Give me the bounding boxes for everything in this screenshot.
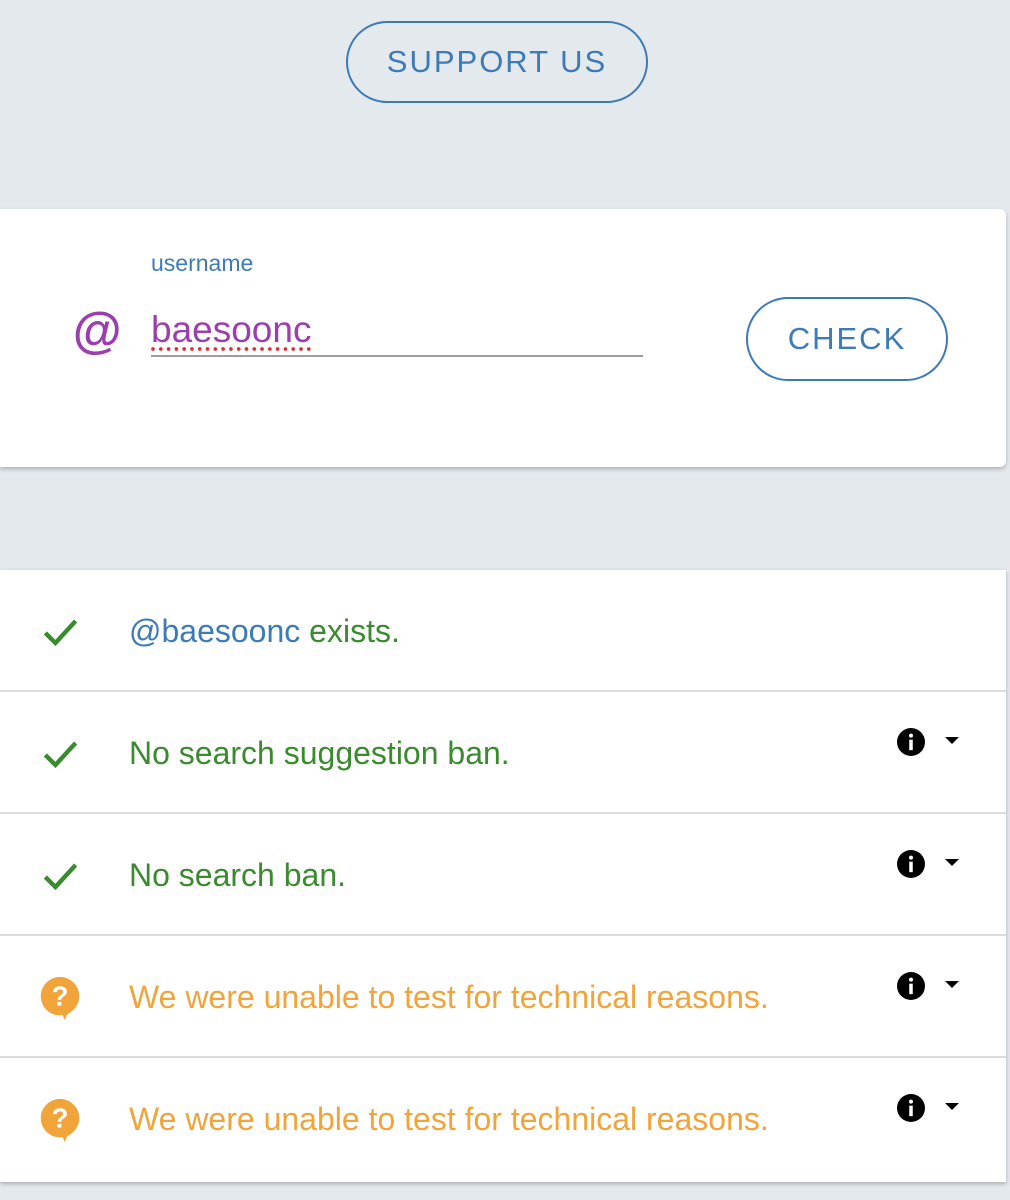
checkmark-icon (43, 863, 78, 891)
info-icon[interactable] (897, 850, 925, 878)
result-row-reply-deboosting[interactable]: ? We were unable to test for technical r… (0, 1058, 1006, 1182)
check-button[interactable]: CHECK (746, 297, 948, 381)
support-us-button[interactable]: SUPPORT US (346, 21, 648, 103)
result-message: We were unable to test for technical rea… (129, 978, 769, 1015)
result-row-search-ban[interactable]: No search ban. (0, 814, 1006, 936)
username-label: username (151, 250, 254, 276)
svg-text:?: ? (52, 980, 69, 1011)
page: SUPPORT US username @ CHECK @baesoonc ex… (0, 0, 1010, 1200)
results-list: @baesoonc exists. No search suggestion b… (0, 570, 1006, 1182)
at-sign-icon: @ (72, 303, 121, 359)
result-message: exists. (300, 612, 400, 649)
result-message: No search suggestion ban. (129, 734, 510, 771)
result-row-ghost-ban[interactable]: ? We were unable to test for technical r… (0, 936, 1006, 1058)
result-row-search-suggestion-ban[interactable]: No search suggestion ban. (0, 692, 1006, 814)
info-icon[interactable] (897, 728, 925, 756)
checkmark-icon (43, 619, 78, 647)
question-bubble-icon: ? (40, 976, 80, 1020)
result-row-exists: @baesoonc exists. (0, 570, 1006, 692)
result-handle: @baesoonc (129, 612, 301, 649)
username-form-card: username @ CHECK (0, 209, 1006, 467)
checkmark-icon (43, 741, 78, 769)
info-icon[interactable] (897, 972, 925, 1000)
result-text: @baesoonc exists. (129, 570, 400, 692)
caret-down-icon[interactable] (944, 1102, 960, 1112)
caret-down-icon[interactable] (944, 980, 960, 990)
result-message: No search ban. (129, 856, 347, 893)
caret-down-icon[interactable] (944, 858, 960, 868)
question-bubble-icon: ? (40, 1098, 80, 1142)
svg-text:?: ? (52, 1102, 69, 1133)
info-icon[interactable] (897, 1094, 925, 1122)
result-message: We were unable to test for technical rea… (129, 1100, 769, 1137)
caret-down-icon[interactable] (944, 736, 960, 746)
username-input[interactable] (151, 305, 643, 357)
